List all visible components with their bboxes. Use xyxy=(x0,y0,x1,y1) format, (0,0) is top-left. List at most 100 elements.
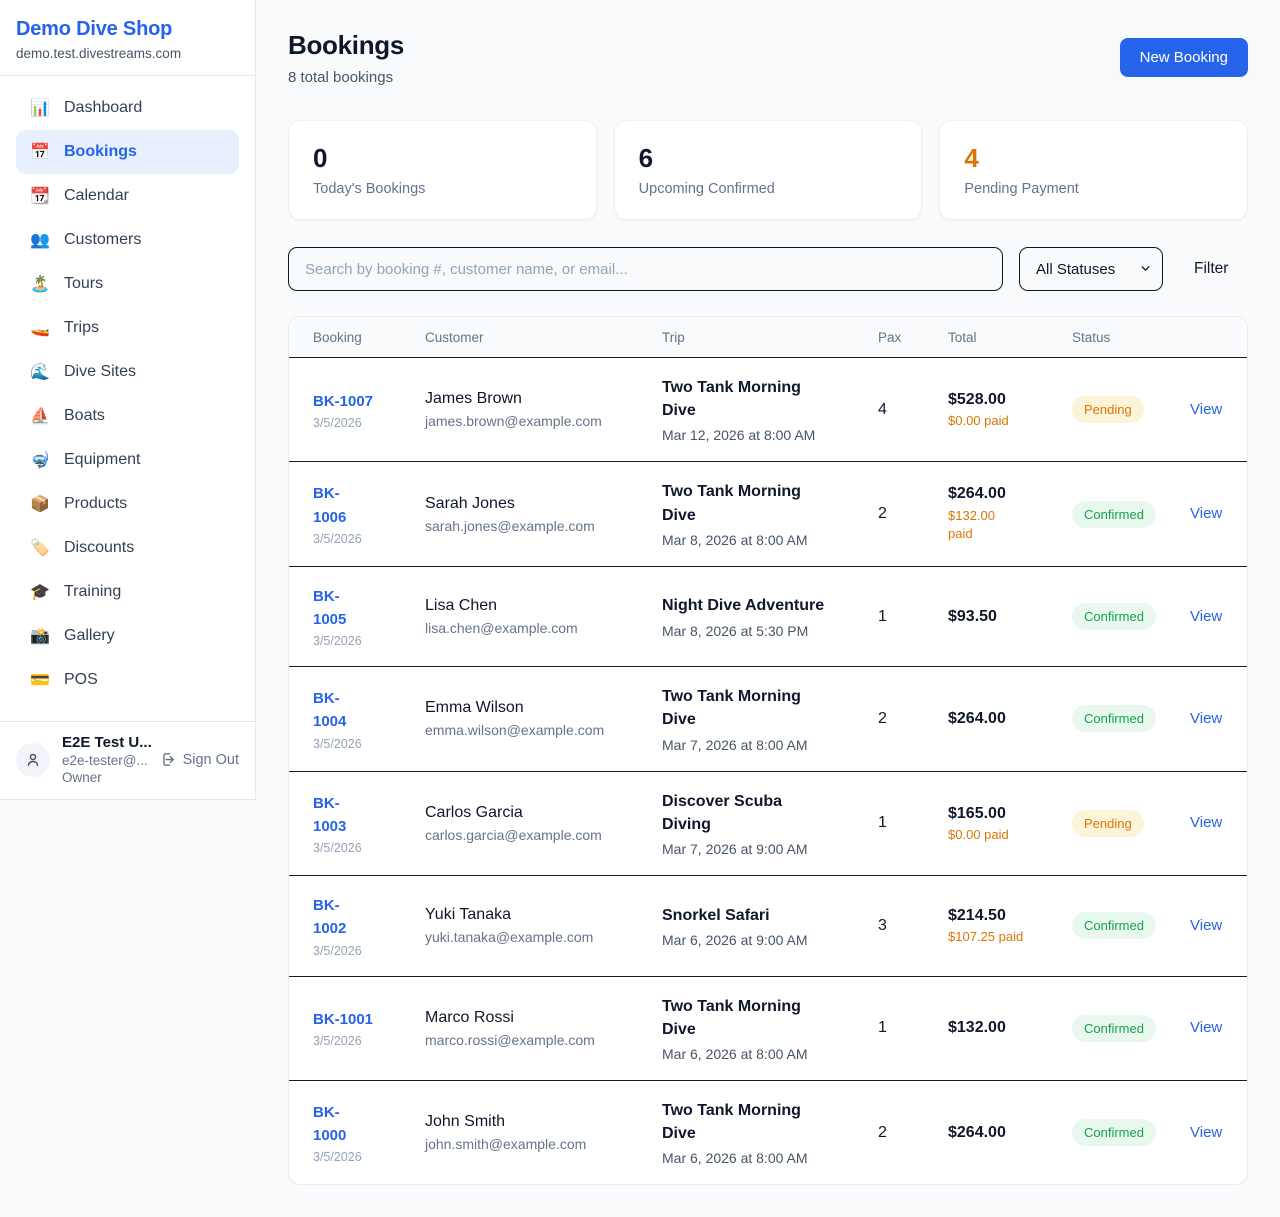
view-link[interactable]: View xyxy=(1190,1124,1222,1141)
tear-off-calendar-icon: 📆 xyxy=(30,186,50,206)
booking-id-link[interactable]: BK-1003 xyxy=(313,792,371,839)
brand-block: Demo Dive Shop demo.test.divestreams.com xyxy=(0,0,255,76)
paid-amount: $132.00 paid xyxy=(948,507,1006,543)
sidebar-item-discounts[interactable]: 🏷️ Discounts xyxy=(16,526,239,570)
total-amount: $528.00 xyxy=(948,391,1072,409)
view-link[interactable]: View xyxy=(1190,814,1222,831)
sidebar-item-equipment[interactable]: 🤿 Equipment xyxy=(16,438,239,482)
status-badge: Confirmed xyxy=(1072,705,1156,732)
sidebar-item-label: Bookings xyxy=(64,143,137,161)
booking-id-link[interactable]: BK-1000 xyxy=(313,1101,371,1148)
sidebar-item-bookings[interactable]: 📅 Bookings xyxy=(16,130,239,174)
view-link[interactable]: View xyxy=(1190,1019,1222,1036)
trip-name: Two Tank Morning Dive xyxy=(662,685,834,731)
sidebar-item-gallery[interactable]: 📸 Gallery xyxy=(16,614,239,658)
sidebar-item-label: Gallery xyxy=(64,627,115,645)
column-header-trip: Trip xyxy=(662,330,878,345)
trip-time: Mar 6, 2026 at 8:00 AM xyxy=(662,1046,878,1062)
sidebar-item-dashboard[interactable]: 📊 Dashboard xyxy=(16,86,239,130)
main-content: Bookings 8 total bookings New Booking 0 … xyxy=(256,0,1280,1217)
view-link[interactable]: View xyxy=(1190,608,1222,625)
column-header-total: Total xyxy=(948,330,1072,345)
paid-amount: $0.00 paid xyxy=(948,413,1072,428)
search-input[interactable] xyxy=(288,247,1003,291)
pax-count: 2 xyxy=(878,710,948,728)
booking-date: 3/5/2026 xyxy=(313,1150,425,1164)
booking-id-link[interactable]: BK-1006 xyxy=(313,482,371,529)
booking-id-link[interactable]: BK-1007 xyxy=(313,390,373,413)
sidebar-item-boats[interactable]: ⛵ Boats xyxy=(16,394,239,438)
sidebar-item-label: Calendar xyxy=(64,187,129,205)
sidebar-item-dive-sites[interactable]: 🌊 Dive Sites xyxy=(16,350,239,394)
total-amount: $93.50 xyxy=(948,608,1072,626)
view-link[interactable]: View xyxy=(1190,505,1222,522)
page-subtitle: 8 total bookings xyxy=(288,69,404,86)
filter-row: All Statuses Filter xyxy=(288,247,1248,291)
trip-time: Mar 7, 2026 at 8:00 AM xyxy=(662,737,878,753)
sidebar-item-pos[interactable]: 💳 POS xyxy=(16,658,239,702)
sidebar-item-training[interactable]: 🎓 Training xyxy=(16,570,239,614)
sidebar-item-label: Trips xyxy=(64,319,99,337)
total-amount: $165.00 xyxy=(948,805,1072,823)
booking-id-link[interactable]: BK-1001 xyxy=(313,1008,373,1031)
booking-id-link[interactable]: BK-1004 xyxy=(313,687,371,734)
sidebar-item-label: Products xyxy=(64,495,127,513)
customer-name: Sarah Jones xyxy=(425,495,662,513)
stat-label: Today's Bookings xyxy=(313,181,572,197)
booking-date: 3/5/2026 xyxy=(313,737,425,751)
people-icon: 👥 xyxy=(30,230,50,250)
sidebar-item-label: Discounts xyxy=(64,539,134,557)
stat-value: 4 xyxy=(964,143,1223,174)
view-link[interactable]: View xyxy=(1190,710,1222,727)
shop-name: Demo Dive Shop xyxy=(16,18,239,41)
view-link[interactable]: View xyxy=(1190,401,1222,418)
pax-count: 2 xyxy=(878,1124,948,1142)
status-badge: Pending xyxy=(1072,810,1144,837)
stats-row: 0 Today's Bookings 6 Upcoming Confirmed … xyxy=(288,120,1248,220)
sidebar-item-products[interactable]: 📦 Products xyxy=(16,482,239,526)
booking-id-link[interactable]: BK-1005 xyxy=(313,585,371,632)
sidebar-item-trips[interactable]: 🚤 Trips xyxy=(16,306,239,350)
status-badge: Confirmed xyxy=(1072,912,1156,939)
table-row: BK-1006 3/5/2026 Sarah Jones sarah.jones… xyxy=(289,462,1247,566)
stat-label: Pending Payment xyxy=(964,181,1223,197)
customer-name: Yuki Tanaka xyxy=(425,906,662,924)
paid-amount: $107.25 paid xyxy=(948,929,1072,944)
pax-count: 2 xyxy=(878,505,948,523)
sidebar-item-tours[interactable]: 🏝️ Tours xyxy=(16,262,239,306)
booking-date: 3/5/2026 xyxy=(313,416,425,430)
sidebar-item-label: Dashboard xyxy=(64,99,142,117)
filter-button[interactable]: Filter xyxy=(1194,260,1228,278)
total-amount: $264.00 xyxy=(948,1124,1072,1142)
customer-email: emma.wilson@example.com xyxy=(425,722,662,738)
new-booking-button[interactable]: New Booking xyxy=(1120,38,1248,77)
sidebar-item-label: Boats xyxy=(64,407,105,425)
table-row: BK-1003 3/5/2026 Carlos Garcia carlos.ga… xyxy=(289,772,1247,876)
customer-email: carlos.garcia@example.com xyxy=(425,827,662,843)
view-link[interactable]: View xyxy=(1190,917,1222,934)
page-header: Bookings 8 total bookings New Booking xyxy=(288,30,1248,86)
sidebar-item-calendar[interactable]: 📆 Calendar xyxy=(16,174,239,218)
trip-name: Discover Scuba Diving xyxy=(662,790,834,836)
island-icon: 🏝️ xyxy=(30,274,50,294)
booking-id-link[interactable]: BK-1002 xyxy=(313,894,371,941)
sailboat-icon: ⛵ xyxy=(30,406,50,426)
trip-name: Night Dive Adventure xyxy=(662,594,834,617)
trip-time: Mar 8, 2026 at 8:00 AM xyxy=(662,532,878,548)
pax-count: 1 xyxy=(878,1019,948,1037)
trip-name: Two Tank Morning Dive xyxy=(662,480,834,526)
bookings-table: Booking Customer Trip Pax Total Status B… xyxy=(288,316,1248,1185)
status-select[interactable]: All Statuses xyxy=(1019,247,1163,291)
shop-domain: demo.test.divestreams.com xyxy=(16,46,239,61)
stat-card-todays-bookings: 0 Today's Bookings xyxy=(288,120,597,220)
stat-card-upcoming-confirmed: 6 Upcoming Confirmed xyxy=(614,120,923,220)
sign-out-button[interactable]: Sign Out xyxy=(159,751,239,768)
table-row: BK-1000 3/5/2026 John Smith john.smith@e… xyxy=(289,1081,1247,1184)
stat-label: Upcoming Confirmed xyxy=(639,181,898,197)
booking-date: 3/5/2026 xyxy=(313,1034,425,1048)
paid-amount: $0.00 paid xyxy=(948,827,1072,842)
pax-count: 1 xyxy=(878,608,948,626)
table-row: BK-1005 3/5/2026 Lisa Chen lisa.chen@exa… xyxy=(289,567,1247,668)
trip-time: Mar 6, 2026 at 8:00 AM xyxy=(662,1150,878,1166)
sidebar-item-customers[interactable]: 👥 Customers xyxy=(16,218,239,262)
